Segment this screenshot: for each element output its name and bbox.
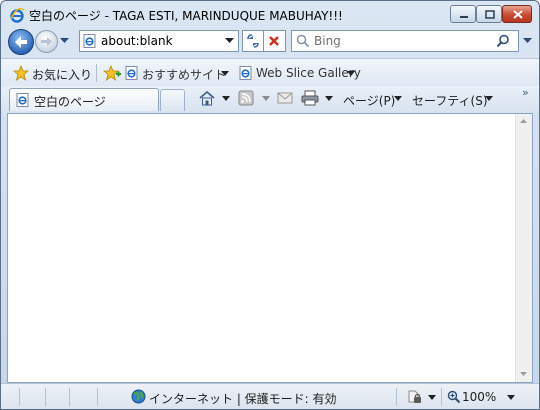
chevron-down-icon[interactable] (428, 395, 436, 400)
favorites-item-suggested-sites[interactable]: おすすめサイト (142, 66, 226, 83)
divider (96, 64, 97, 82)
address-bar[interactable] (79, 30, 239, 52)
refresh-icon (247, 34, 259, 48)
back-button[interactable] (8, 29, 34, 55)
favorites-star-icon[interactable] (13, 65, 29, 81)
more-commands-chevron-icon[interactable]: » (522, 86, 529, 99)
forward-arrow-icon (41, 37, 52, 46)
chevron-down-icon[interactable] (394, 96, 402, 101)
tab-label: 空白のページ (34, 95, 106, 109)
chevron-down-icon[interactable] (507, 395, 515, 400)
rss-feeds-icon[interactable] (238, 90, 254, 106)
search-icon[interactable] (496, 34, 510, 48)
zoom-magnifier-icon[interactable] (447, 390, 461, 404)
maximize-icon (485, 10, 495, 19)
navigation-bar (1, 27, 539, 57)
vertical-scrollbar[interactable] (515, 114, 532, 382)
page-menu[interactable]: ページ(P) (343, 92, 395, 109)
ie-page-icon (16, 93, 29, 107)
chevron-down-icon[interactable] (221, 71, 229, 76)
tab-blank-page[interactable]: 空白のページ (9, 88, 159, 111)
favorites-item-web-slice-gallery[interactable]: Web Slice Gallery (256, 66, 361, 80)
divider (97, 388, 98, 406)
search-provider-icon (296, 34, 310, 48)
window-title: 空白のページ - TAGA ESTI, MARINDUQUE MABUHAY!!… (29, 9, 343, 23)
ie-page-icon (239, 66, 252, 80)
browser-window: 空白のページ - TAGA ESTI, MARINDUQUE MABUHAY!!… (0, 0, 540, 410)
home-icon[interactable] (198, 90, 216, 106)
address-dropdown-icon[interactable] (225, 38, 234, 44)
internet-zone-globe-icon (131, 389, 146, 404)
divider (396, 388, 397, 406)
close-button[interactable] (502, 5, 532, 23)
protected-mode-icon[interactable] (405, 389, 423, 404)
page-content[interactable] (7, 113, 533, 383)
divider (441, 388, 442, 406)
safety-menu[interactable]: セーフティ(S) (412, 92, 488, 109)
command-bar: 空白のページ ページ(P) セーフティ(S) » (1, 86, 539, 112)
forward-button[interactable] (35, 30, 58, 53)
ie-logo-icon (10, 7, 25, 23)
divider (45, 388, 46, 406)
ie-page-icon (83, 34, 96, 48)
stop-icon (269, 36, 279, 46)
minimize-button[interactable] (450, 5, 476, 23)
address-input[interactable] (101, 33, 213, 49)
divider (69, 388, 70, 406)
stop-button[interactable] (264, 30, 286, 52)
status-bar: インターネット | 保護モード: 有効 100% (1, 383, 539, 409)
ie-page-icon (125, 66, 138, 80)
security-zone-status: インターネット | 保護モード: 有効 (149, 392, 337, 406)
print-icon[interactable] (301, 90, 319, 106)
search-input[interactable] (314, 33, 484, 49)
favorites-bar: お気に入り おすすめサイト Web Slice Gallery (1, 58, 539, 87)
search-options-dropdown-icon[interactable] (523, 38, 532, 44)
divider (19, 388, 20, 406)
recent-pages-dropdown-icon[interactable] (60, 38, 69, 44)
chevron-down-icon[interactable] (325, 96, 333, 101)
close-icon (513, 10, 523, 19)
zoom-level[interactable]: 100% (462, 390, 496, 404)
refresh-button[interactable] (242, 30, 264, 52)
add-to-favorites-bar-icon[interactable] (103, 65, 121, 81)
chevron-down-icon[interactable] (485, 96, 493, 101)
scroll-down-arrow-icon[interactable] (520, 372, 527, 376)
read-mail-icon[interactable] (277, 92, 293, 104)
maximize-button[interactable] (476, 5, 502, 23)
favorites-button[interactable]: お気に入り (32, 66, 92, 83)
scroll-up-arrow-icon[interactable] (520, 119, 527, 123)
chevron-down-icon[interactable] (347, 71, 355, 76)
back-arrow-icon (15, 36, 27, 48)
chevron-down-icon[interactable] (262, 96, 270, 101)
minimize-icon (460, 16, 468, 18)
title-bar: 空白のページ - TAGA ESTI, MARINDUQUE MABUHAY!!… (1, 1, 539, 27)
search-box[interactable] (291, 30, 519, 52)
chevron-down-icon[interactable] (222, 96, 230, 101)
new-tab-button[interactable] (160, 89, 185, 111)
